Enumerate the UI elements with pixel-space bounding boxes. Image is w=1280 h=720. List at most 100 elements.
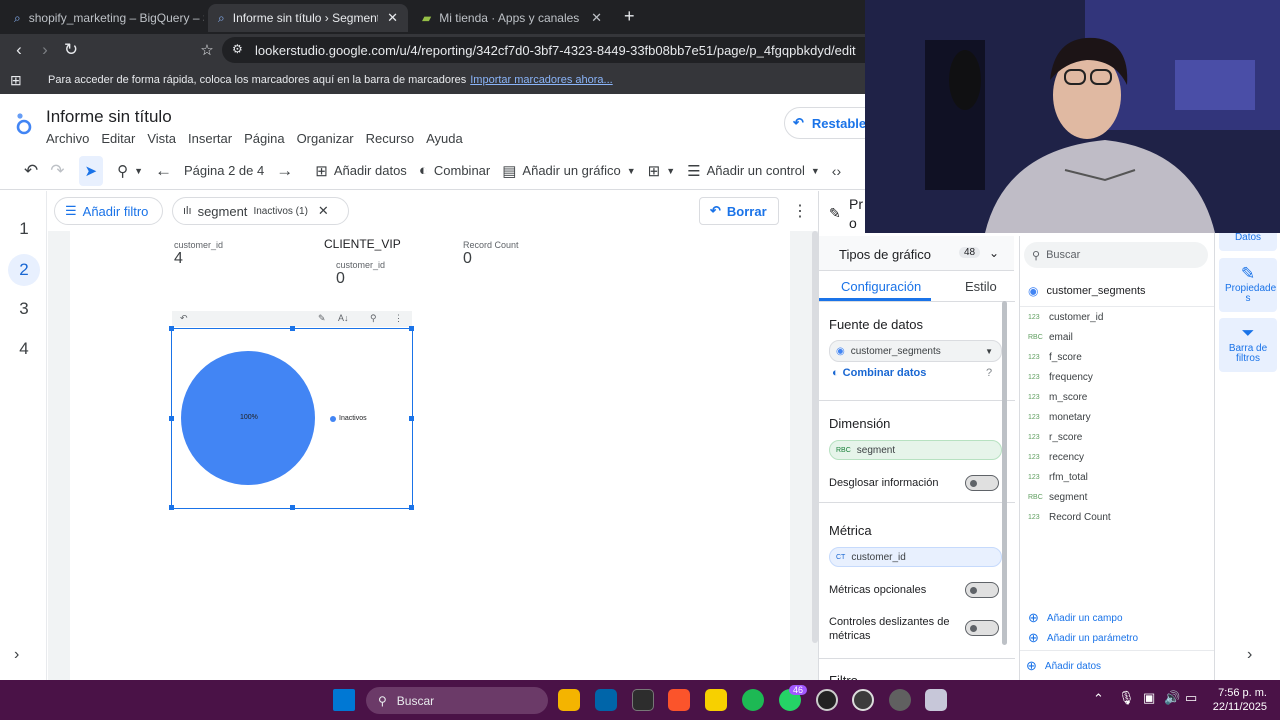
obs-icon[interactable]	[816, 689, 838, 711]
vscode-icon[interactable]	[595, 689, 617, 711]
menu-recurso[interactable]: Recurso	[366, 131, 414, 146]
dimension-chip[interactable]: RBC segment	[829, 440, 1002, 460]
tab-bigquery[interactable]: ⌕ shopify_marketing – BigQuery – Shop	[4, 4, 204, 32]
field-item[interactable]: 123 m_score	[1028, 392, 1087, 403]
previous-page-icon[interactable]: ←	[149, 156, 178, 186]
sort-icon[interactable]: A↓	[338, 313, 349, 323]
blend-data-link[interactable]: ◐ Combinar datos	[832, 367, 926, 379]
rail-properties-button[interactable]: ✎ Propiedade s	[1219, 258, 1277, 312]
more-options-icon[interactable]: ⋮	[792, 201, 808, 221]
site-info-icon[interactable]: ⚙	[232, 42, 243, 56]
add-data-source-button[interactable]: ⊕ Añadir datos	[1026, 658, 1101, 674]
page-3-button[interactable]: 3	[8, 293, 40, 325]
zoom-chart-icon[interactable]: ⚲	[370, 313, 377, 324]
undo-icon[interactable]: ↶	[18, 156, 44, 186]
pie-legend[interactable]: Inactivos	[330, 415, 367, 422]
blend-button[interactable]: ◐ Combinar	[413, 156, 496, 186]
panel-scrollbar[interactable]	[1002, 301, 1007, 645]
show-hidden-icons[interactable]: ⌃	[1093, 691, 1104, 707]
close-tab-icon[interactable]: ✕	[387, 10, 398, 26]
zoom-button[interactable]: ⚲ ▼	[111, 156, 149, 186]
add-filter-button[interactable]: ☰ Añadir filtro	[54, 197, 163, 225]
optional-metrics-toggle[interactable]	[965, 582, 999, 598]
field-item[interactable]: 123 customer_id	[1028, 312, 1103, 323]
menu-organizar[interactable]: Organizar	[297, 131, 354, 146]
field-item[interactable]: 123 rfm_total	[1028, 472, 1088, 483]
page-1-button[interactable]: 1	[8, 213, 40, 245]
segment-filter-chip[interactable]: ılı segment Inactivos (1) ✕	[172, 197, 349, 225]
add-chart-button[interactable]: ▤ Añadir un gráfico ▼	[496, 156, 641, 186]
app-icon[interactable]	[889, 689, 911, 711]
chart-types-selector[interactable]: Tipos de gráfico 48 ⌄	[819, 236, 1014, 271]
system-clock[interactable]: 7:56 p. m. 22/11/2025	[1205, 686, 1267, 714]
drill-down-toggle[interactable]	[965, 475, 999, 491]
code-embed-icon[interactable]: ‹›	[826, 156, 847, 186]
new-tab-button[interactable]: +	[624, 6, 635, 27]
tab-configuracion[interactable]: Configuración	[841, 279, 921, 294]
add-data-button[interactable]: ⊞ Añadir datos	[309, 156, 413, 186]
terminal-icon[interactable]	[632, 689, 654, 711]
edit-pencil-icon[interactable]: ✎	[318, 313, 326, 324]
brave-browser-icon[interactable]	[668, 689, 690, 711]
apps-grid-icon[interactable]: ⊞	[10, 72, 22, 89]
data-source-select[interactable]: ◉ customer_segments ▼	[829, 340, 1002, 362]
close-tab-icon[interactable]: ✕	[591, 10, 602, 26]
chart-more-icon[interactable]: ⋮	[394, 313, 403, 324]
expand-panel-icon[interactable]: ›	[1247, 646, 1252, 664]
snipping-tool-icon[interactable]	[925, 689, 947, 711]
next-page-icon[interactable]: →	[270, 156, 299, 186]
expand-pages-icon[interactable]: ›	[14, 646, 19, 664]
report-page[interactable]: customer_id 4 CLIENTE_VIP customer_id 0 …	[70, 231, 790, 680]
field-search-input[interactable]: ⚲ Buscar	[1024, 242, 1208, 268]
resize-handle[interactable]	[409, 416, 414, 421]
field-item[interactable]: 123 monetary	[1028, 412, 1091, 423]
import-bookmarks-link[interactable]: Importar marcadores ahora...	[470, 74, 612, 86]
file-explorer-icon[interactable]	[558, 689, 580, 711]
microphone-icon[interactable]: 🎙	[1118, 690, 1135, 706]
field-item[interactable]: RBC segment	[1028, 492, 1087, 503]
resize-handle[interactable]	[169, 416, 174, 421]
resize-handle[interactable]	[409, 326, 414, 331]
menu-pagina[interactable]: Página	[244, 131, 284, 146]
scorecard-customer-id-value[interactable]: 4	[174, 250, 183, 268]
community-viz-button[interactable]: ⊞ ▼	[642, 156, 682, 186]
menu-ayuda[interactable]: Ayuda	[426, 131, 463, 146]
tab-shopify[interactable]: ▰ Mi tienda · Apps y canales de venta · …	[412, 4, 612, 32]
add-parameter-button[interactable]: ⊕ Añadir un parámetro	[1028, 630, 1138, 646]
url-input[interactable]: ⚙ lookerstudio.google.com/u/4/reporting/…	[222, 37, 922, 63]
add-control-button[interactable]: ☰ Añadir un control ▼	[681, 156, 826, 186]
scorecard-vip-value[interactable]: 0	[336, 270, 345, 288]
sticky-notes-icon[interactable]	[705, 689, 727, 711]
menu-insertar[interactable]: Insertar	[188, 131, 232, 146]
reload-icon[interactable]: ↻	[58, 40, 84, 60]
menu-vista[interactable]: Vista	[147, 131, 176, 146]
add-field-button[interactable]: ⊕ Añadir un campo	[1028, 610, 1123, 626]
resize-handle[interactable]	[290, 326, 295, 331]
chart-undo-icon[interactable]: ↶	[180, 313, 188, 324]
app-icon[interactable]	[852, 689, 874, 711]
resize-handle[interactable]	[169, 505, 174, 510]
field-source-header[interactable]: ◉ customer_segments	[1028, 284, 1146, 298]
page-4-button[interactable]: 4	[8, 333, 40, 365]
bookmark-icon[interactable]: ☆	[194, 41, 220, 59]
forward-icon[interactable]: ›	[32, 40, 58, 60]
back-icon[interactable]: ‹	[6, 40, 32, 60]
metric-chip[interactable]: CT customer_id	[829, 547, 1002, 567]
resize-handle[interactable]	[290, 505, 295, 510]
looker-studio-logo-icon[interactable]	[14, 112, 34, 135]
resize-handle[interactable]	[169, 326, 174, 331]
resize-handle[interactable]	[409, 505, 414, 510]
field-item[interactable]: 123 f_score	[1028, 352, 1082, 363]
tab-estilo[interactable]: Estilo	[965, 279, 997, 294]
spotify-icon[interactable]	[742, 689, 764, 711]
field-item[interactable]: 123 frequency	[1028, 372, 1093, 383]
menu-editar[interactable]: Editar	[101, 131, 135, 146]
select-pointer-icon[interactable]: ➤	[78, 155, 104, 186]
field-item[interactable]: 123 Record Count	[1028, 512, 1111, 523]
field-item[interactable]: 123 recency	[1028, 452, 1084, 463]
network-icon[interactable]: ▣	[1143, 690, 1155, 706]
volume-icon[interactable]: 🔊	[1164, 690, 1180, 706]
tab-looker-studio[interactable]: ⌕ Informe sin título › Segmentació ✕	[208, 4, 408, 32]
menu-archivo[interactable]: Archivo	[46, 131, 89, 146]
field-item[interactable]: 123 r_score	[1028, 432, 1082, 443]
